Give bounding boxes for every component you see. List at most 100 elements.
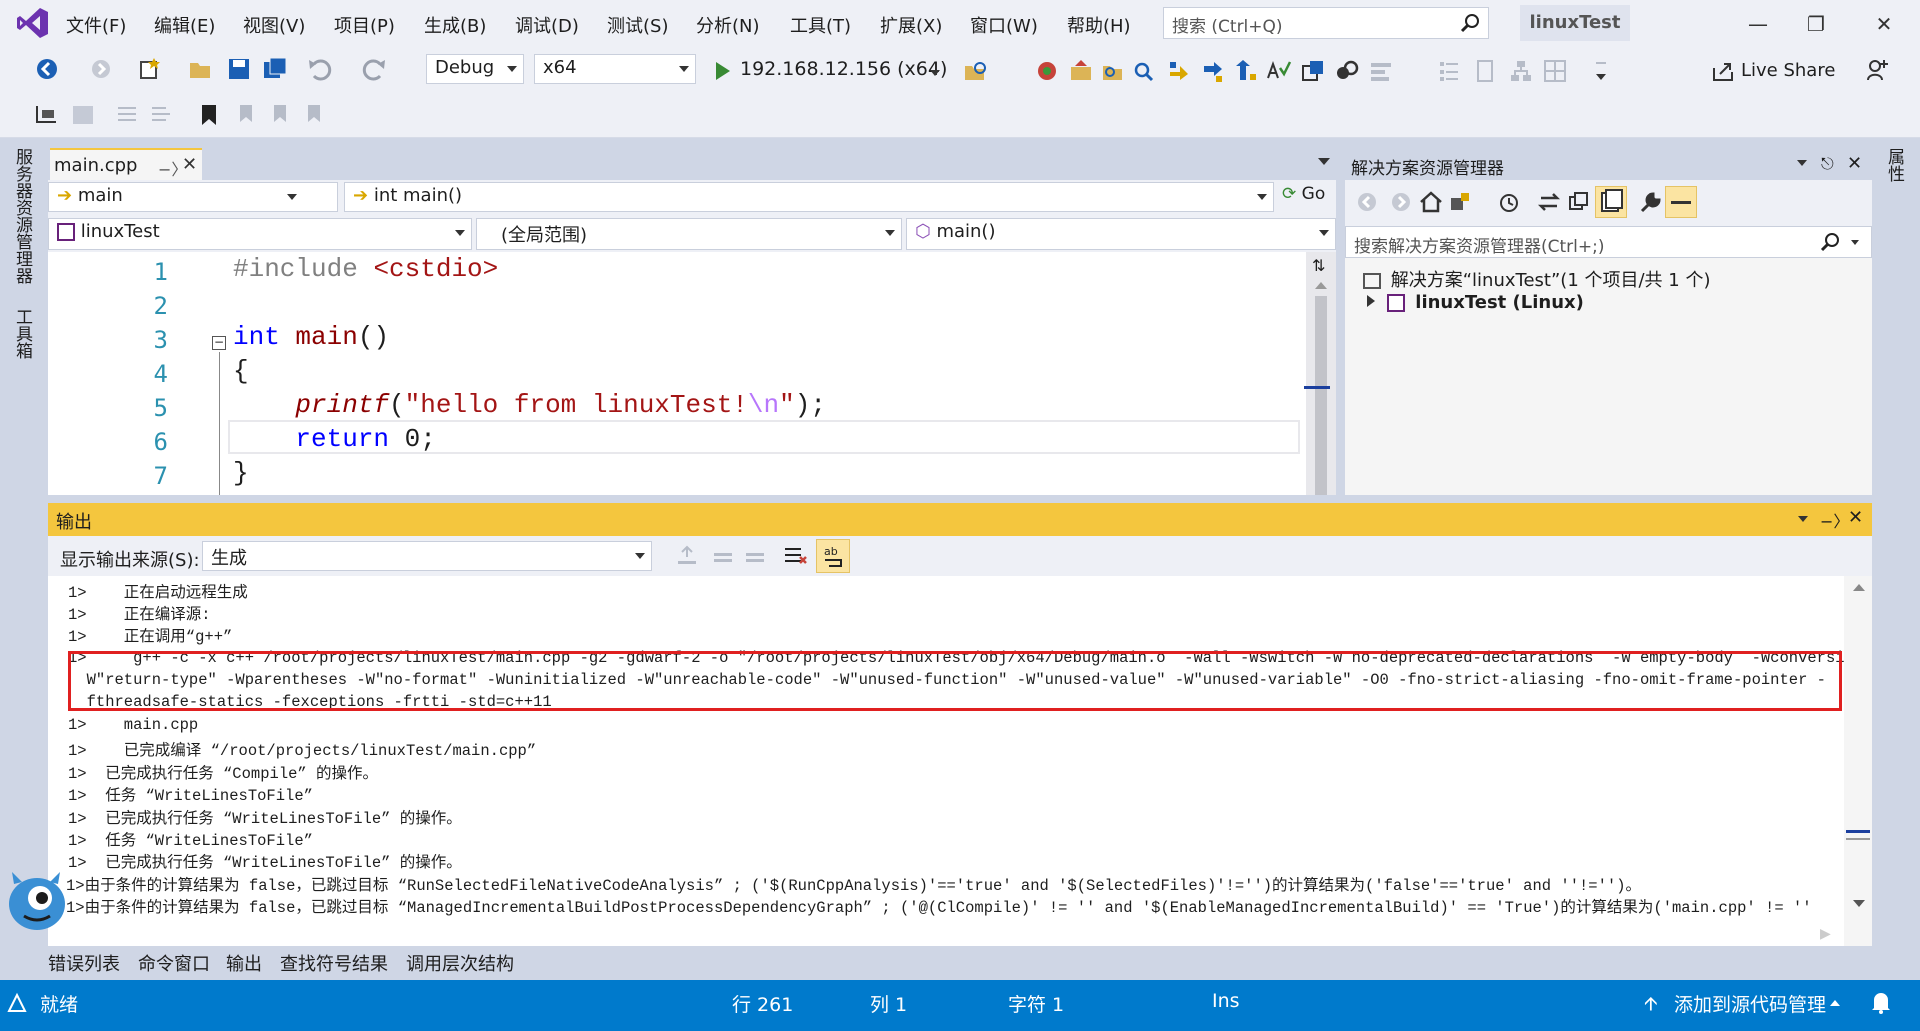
configuration-select[interactable]: Debug bbox=[426, 54, 524, 84]
sync-icon[interactable] bbox=[1537, 190, 1563, 216]
live-share-icon[interactable] bbox=[1712, 60, 1734, 82]
find-folder-icon[interactable] bbox=[1100, 58, 1126, 84]
debug-target-icon[interactable] bbox=[1034, 58, 1060, 84]
platform-select[interactable]: x64 bbox=[534, 54, 696, 84]
menu-extensions[interactable]: 扩展(X) bbox=[880, 12, 942, 38]
tab-command-window[interactable]: 命令窗口 bbox=[138, 950, 210, 976]
tab-find-symbol-results[interactable]: 查找符号结果 bbox=[280, 950, 388, 976]
add-to-source-control-button[interactable]: 添加到源代码管理 bbox=[1674, 990, 1826, 1017]
avatar[interactable] bbox=[4, 860, 70, 932]
comment-lines-icon[interactable] bbox=[114, 102, 140, 128]
menu-debug[interactable]: 调试(D) bbox=[515, 12, 579, 38]
menu-project[interactable]: 项目(P) bbox=[334, 12, 395, 38]
close-tab-icon[interactable]: ✕ bbox=[182, 154, 197, 175]
project-select[interactable]: linuxTest bbox=[48, 218, 472, 250]
chevron-up-icon[interactable] bbox=[1830, 1000, 1840, 1006]
collapse-toggle-icon[interactable]: − bbox=[212, 336, 226, 350]
tab-main-cpp[interactable]: main.cpp −〉 ✕ bbox=[50, 148, 202, 180]
prev-message-icon[interactable] bbox=[710, 543, 736, 569]
find-in-files-icon[interactable] bbox=[962, 58, 988, 84]
save-all-icon[interactable] bbox=[262, 56, 288, 82]
chevron-down-icon[interactable] bbox=[930, 70, 940, 76]
scroll-down-icon[interactable] bbox=[1853, 900, 1865, 907]
step-out-icon[interactable] bbox=[1234, 58, 1260, 84]
member-select[interactable]: ➔ int main() bbox=[344, 182, 1274, 212]
scroll-right-icon[interactable]: ▶ bbox=[1820, 926, 1831, 942]
properties-wrench-icon[interactable] bbox=[1639, 190, 1665, 216]
comment-icon[interactable] bbox=[1368, 58, 1394, 84]
start-debug-target-button[interactable]: 192.168.12.156 (x64) bbox=[740, 58, 947, 80]
window-tile-icon[interactable] bbox=[1300, 58, 1326, 84]
pin-icon[interactable]: −〉 bbox=[1820, 508, 1849, 532]
search-input[interactable]: 搜索 (Ctrl+Q) bbox=[1163, 7, 1489, 39]
live-share-button[interactable]: Live Share bbox=[1741, 60, 1835, 81]
word-wrap-icon[interactable]: ab bbox=[816, 539, 850, 573]
forward-arrow-icon[interactable] bbox=[1389, 190, 1415, 216]
scroll-up-icon[interactable] bbox=[1853, 584, 1865, 591]
link-icon[interactable] bbox=[1334, 58, 1360, 84]
output-text-area[interactable]: 1> 正在启动远程生成 1> 正在编译源: 1> 正在调用“g++” 1> g+… bbox=[48, 576, 1872, 946]
step-over-icon[interactable] bbox=[1166, 58, 1192, 84]
menu-analyze[interactable]: 分析(N) bbox=[696, 12, 760, 38]
toolbox-tab[interactable]: 工具箱 bbox=[10, 308, 35, 359]
save-icon[interactable] bbox=[226, 56, 252, 82]
solution-search-input[interactable]: 搜索解决方案资源管理器(Ctrl+;) bbox=[1345, 226, 1872, 258]
output-source-select[interactable]: 生成 bbox=[202, 541, 652, 571]
indent-icon[interactable] bbox=[34, 102, 60, 128]
back-arrow-icon[interactable] bbox=[34, 56, 60, 82]
show-all-files-icon[interactable] bbox=[1595, 186, 1627, 218]
close-window-button[interactable]: ✕ bbox=[1864, 10, 1904, 38]
tree-item-solution[interactable]: 解决方案“linuxTest”(1 个项目/共 1 个) bbox=[1363, 266, 1710, 292]
menu-edit[interactable]: 编辑(E) bbox=[154, 12, 215, 38]
tree-item-project[interactable]: linuxTest (Linux) bbox=[1367, 292, 1584, 313]
output-vertical-scrollbar[interactable] bbox=[1844, 576, 1872, 946]
tab-list-chevron-icon[interactable] bbox=[1318, 158, 1330, 165]
scroll-thumb[interactable] bbox=[1846, 838, 1870, 840]
tab-call-hierarchy[interactable]: 调用层次结构 bbox=[406, 950, 514, 976]
scope-range-select[interactable]: (全局范围) bbox=[476, 218, 902, 250]
hierarchy-icon[interactable] bbox=[1508, 58, 1534, 84]
properties-tab[interactable]: 属性 bbox=[1882, 148, 1907, 182]
clear-all-icon[interactable] bbox=[782, 543, 808, 569]
server-explorer-tab[interactable]: 服务器资源管理器 bbox=[10, 148, 35, 284]
tab-output[interactable]: 输出 bbox=[226, 950, 262, 976]
scroll-thumb[interactable] bbox=[1315, 296, 1327, 495]
deploy-icon[interactable] bbox=[1068, 58, 1094, 84]
collapse-all-icon[interactable] bbox=[1567, 190, 1593, 216]
format-icon[interactable] bbox=[1436, 58, 1462, 84]
function-select[interactable]: ⬡ main() bbox=[906, 218, 1336, 250]
menu-tools[interactable]: 工具(T) bbox=[790, 12, 851, 38]
code-editor[interactable]: 1 2 3 4 5 6 7 − #include <cstdio> int ma… bbox=[48, 252, 1336, 495]
abc-icon[interactable] bbox=[1266, 58, 1292, 84]
preview-selected-icon[interactable] bbox=[1665, 186, 1697, 218]
prev-bookmark-icon[interactable] bbox=[232, 102, 258, 128]
chevron-down-icon[interactable] bbox=[1588, 58, 1614, 84]
feedback-person-icon[interactable] bbox=[1866, 58, 1890, 82]
search-replace-icon[interactable] bbox=[1132, 58, 1158, 84]
menu-build[interactable]: 生成(B) bbox=[424, 12, 486, 38]
menu-help[interactable]: 帮助(H) bbox=[1067, 12, 1131, 38]
menu-test[interactable]: 测试(S) bbox=[607, 12, 668, 38]
go-button[interactable]: ⟳ Go bbox=[1282, 184, 1325, 204]
menu-file[interactable]: 文件(F) bbox=[66, 12, 126, 38]
switch-views-icon[interactable] bbox=[1449, 190, 1475, 216]
scroll-up-icon[interactable] bbox=[1315, 282, 1327, 289]
restore-button[interactable]: ❐ bbox=[1796, 10, 1836, 38]
chevron-down-icon[interactable] bbox=[1851, 240, 1859, 245]
editor-vertical-scrollbar[interactable]: ⇅ bbox=[1306, 252, 1336, 495]
pin-icon[interactable]: ⎋ bbox=[1821, 154, 1834, 174]
close-panel-icon[interactable]: ✕ bbox=[1848, 507, 1863, 528]
menu-window[interactable]: 窗口(W) bbox=[970, 12, 1038, 38]
new-project-icon[interactable] bbox=[136, 56, 162, 82]
tab-error-list[interactable]: 错误列表 bbox=[48, 950, 120, 976]
minimize-button[interactable]: — bbox=[1738, 10, 1778, 38]
expand-arrow-icon[interactable] bbox=[1367, 295, 1375, 307]
undo-icon[interactable] bbox=[306, 56, 332, 82]
chevron-down-icon[interactable] bbox=[1797, 160, 1807, 166]
forward-arrow-icon[interactable] bbox=[88, 56, 114, 82]
close-panel-icon[interactable]: ✕ bbox=[1847, 153, 1862, 174]
back-arrow-icon[interactable] bbox=[1355, 190, 1381, 216]
notification-bell-icon[interactable] bbox=[1870, 990, 1892, 1014]
redo-icon[interactable] bbox=[362, 56, 388, 82]
next-message-icon[interactable] bbox=[742, 543, 768, 569]
